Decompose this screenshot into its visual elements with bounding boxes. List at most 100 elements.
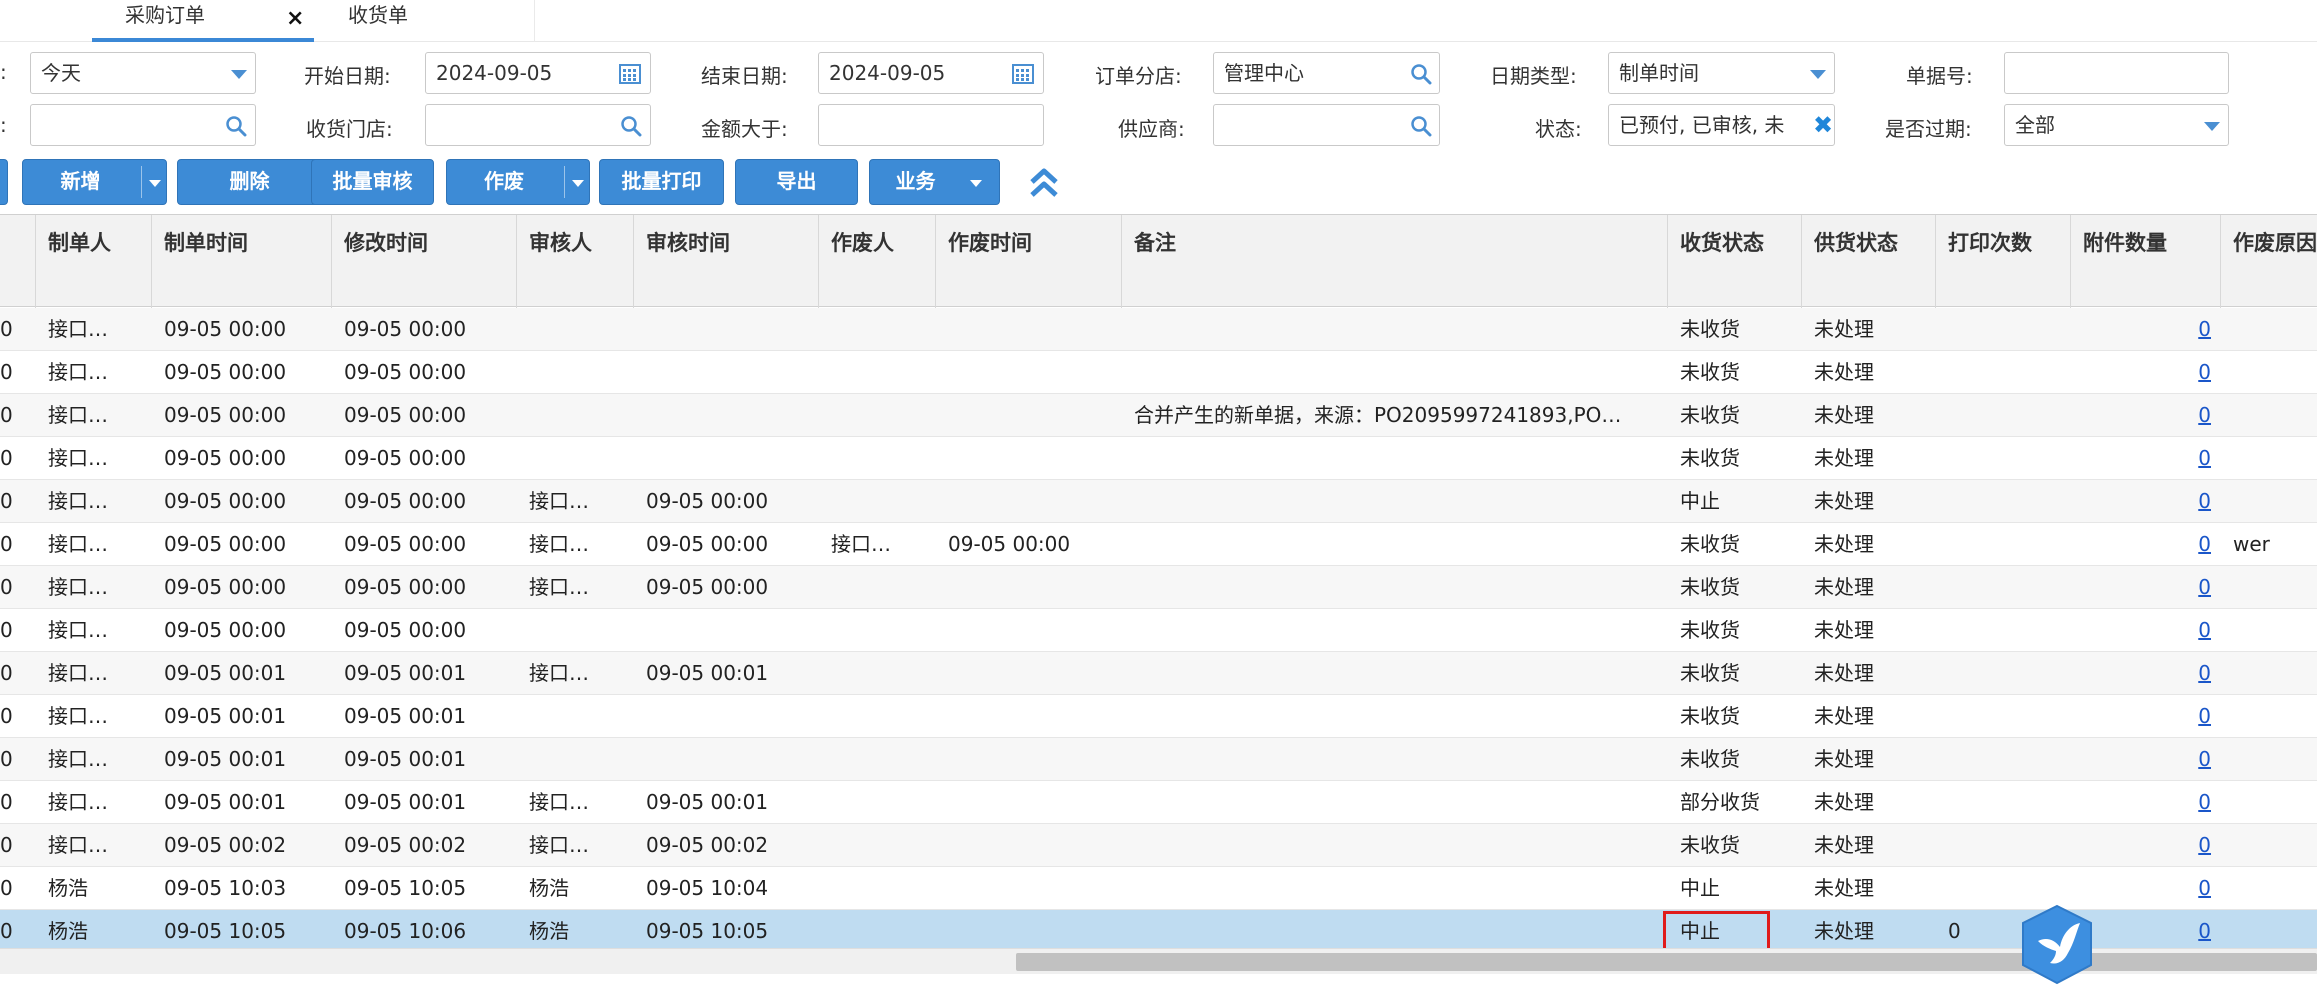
table-row[interactable]: 0 接口… 09-05 00:00 09-05 00:00 未收货 未处理 0 — [0, 308, 2317, 351]
export-button[interactable]: 导出 — [735, 159, 858, 205]
table-row[interactable]: 0 杨浩 09-05 10:05 09-05 10:06 杨浩 09-05 10:05 中止… — [0, 910, 2317, 953]
close-icon[interactable]: × — [286, 4, 304, 34]
table-row[interactable]: 0 接口… 09-05 00:00 09-05 00:00 接口… 09-05 00:00… — [0, 566, 2317, 609]
column-header-remark[interactable]: 备注 — [1122, 215, 1668, 308]
cell-void-reason — [2221, 695, 2317, 738]
batch-audit-button[interactable]: 批量审核 — [311, 159, 434, 205]
chevron-down-icon[interactable] — [149, 180, 161, 187]
chevron-down-icon — [1810, 70, 1826, 79]
cell-voider: 接口… — [831, 532, 891, 556]
expired-select[interactable]: 全部 — [2004, 104, 2229, 146]
cell-attachments[interactable]: 0 — [2071, 437, 2221, 480]
cell-void-reason: wer — [2233, 532, 2270, 556]
tab-receipt[interactable]: 收货单 — [332, 0, 452, 42]
table-row[interactable]: 0 接口… 09-05 00:00 09-05 00:00 合并产生的新单据，来源：PO… — [0, 394, 2317, 437]
search-icon[interactable] — [1410, 63, 1432, 85]
column-header-receive-status[interactable]: 收货状态 — [1668, 215, 1802, 308]
toolbar-button-partial[interactable] — [0, 159, 8, 205]
search-icon[interactable] — [1410, 115, 1432, 137]
cell-supply-status: 未处理 — [1814, 747, 1874, 771]
column-header-created-time[interactable]: 制单时间 — [152, 215, 332, 308]
column-header-void-time[interactable]: 作废时间 — [936, 215, 1122, 308]
cell-remark — [1122, 351, 1668, 394]
tab-purchase-order[interactable]: 采购订单 × — [92, 0, 314, 42]
chevron-down-icon[interactable] — [970, 180, 982, 187]
cell-void-time — [936, 824, 1122, 867]
cell-auditor — [517, 609, 634, 652]
cell-void-reason — [2221, 480, 2317, 523]
void-button[interactable]: 作废 — [446, 159, 590, 205]
scrollbar-thumb[interactable] — [1016, 953, 2317, 971]
cell-void-reason — [2221, 652, 2317, 695]
delete-button[interactable]: 删除 — [177, 159, 322, 205]
add-button[interactable]: 新增 — [22, 159, 167, 205]
cell-attachments[interactable]: 0 — [2071, 652, 2221, 695]
cell-void-time — [936, 609, 1122, 652]
clear-icon[interactable]: ✖ — [1809, 111, 1834, 139]
cell-attachments[interactable]: 0 — [2071, 566, 2221, 609]
cell-remark — [1122, 480, 1668, 523]
supplier-label: 供应商: — [1118, 117, 1185, 141]
filter-field[interactable] — [30, 104, 256, 146]
column-header-creator[interactable]: 制单人 — [36, 215, 152, 308]
export-label: 导出 — [776, 171, 817, 193]
date-type-label: 日期类型: — [1490, 64, 1577, 88]
cell-attachments[interactable]: 0 — [2071, 480, 2221, 523]
cell-attachments[interactable]: 0 — [2071, 695, 2221, 738]
horizontal-scrollbar[interactable] — [0, 948, 2317, 974]
cell-attachments[interactable]: 0 — [2071, 351, 2221, 394]
table-row[interactable]: 0 杨浩 09-05 10:03 09-05 10:05 杨浩 09-05 10:04 中止… — [0, 867, 2317, 910]
calendar-icon[interactable] — [1012, 63, 1034, 85]
column-header-modified-time[interactable]: 修改时间 — [332, 215, 517, 308]
doc-no-input[interactable] — [2004, 52, 2229, 94]
business-button[interactable]: 业务 — [869, 159, 1000, 205]
cell-attachments[interactable]: 0 — [2071, 308, 2221, 351]
bird-icon[interactable] — [2016, 903, 2098, 985]
cell-attachments[interactable]: 0 — [2071, 738, 2221, 781]
date-type-select[interactable]: 制单时间 — [1608, 52, 1835, 94]
cell-lead: 0 — [0, 317, 13, 341]
cell-attachments[interactable]: 0 — [2071, 523, 2221, 566]
status-multiselect[interactable]: 已预付, 已审核, 未 ✖ — [1608, 104, 1835, 146]
branch-field[interactable]: 管理中心 — [1213, 52, 1440, 94]
supplier-field[interactable] — [1213, 104, 1440, 146]
end-date-field[interactable]: 2024-09-05 — [818, 52, 1044, 94]
table-row[interactable]: 0 接口… 09-05 00:00 09-05 00:00 未收货 未处理 0 — [0, 609, 2317, 652]
collapse-up-icon[interactable] — [1028, 166, 1060, 200]
cell-remark — [1122, 652, 1668, 695]
search-icon[interactable] — [620, 115, 642, 137]
column-header-voider[interactable]: 作废人 — [819, 215, 936, 308]
column-header-attachments[interactable]: 附件数量 — [2071, 215, 2221, 308]
cell-creator: 接口… — [48, 790, 108, 814]
cell-attachments[interactable]: 0 — [2071, 781, 2221, 824]
column-header-supply-status[interactable]: 供货状态 — [1802, 215, 1936, 308]
chevron-down-icon[interactable] — [572, 180, 584, 187]
date-range-select[interactable]: 今天 — [30, 52, 256, 94]
table-row[interactable]: 0 接口… 09-05 00:00 09-05 00:00 接口… 09-05 00:00… — [0, 523, 2317, 566]
table-row[interactable]: 0 接口… 09-05 00:00 09-05 00:00 未收货 未处理 0 — [0, 437, 2317, 480]
cell-attachments[interactable]: 0 — [2071, 394, 2221, 437]
cell-modified-time: 09-05 00:00 — [344, 360, 467, 384]
table-row[interactable]: 0 接口… 09-05 00:01 09-05 00:01 未收货 未处理 0 — [0, 738, 2317, 781]
table-row[interactable]: 0 接口… 09-05 00:02 09-05 00:02 接口… 09-05 00:02… — [0, 824, 2317, 867]
calendar-icon[interactable] — [619, 63, 641, 85]
batch-print-button[interactable]: 批量打印 — [599, 159, 724, 205]
table-row[interactable]: 0 接口… 09-05 00:00 09-05 00:00 未收货 未处理 0 — [0, 351, 2317, 394]
column-header-void-reason[interactable]: 作废原因 — [2221, 215, 2317, 308]
column-header-audit-time[interactable]: 审核时间 — [634, 215, 819, 308]
search-icon[interactable] — [225, 115, 247, 137]
table-row[interactable]: 0 接口… 09-05 00:01 09-05 00:01 接口… 09-05 00:01… — [0, 652, 2317, 695]
cell-attachments[interactable]: 0 — [2071, 824, 2221, 867]
start-date-field[interactable]: 2024-09-05 — [425, 52, 651, 94]
cell-creator: 接口… — [48, 618, 108, 642]
table-row[interactable]: 0 接口… 09-05 00:01 09-05 00:01 接口… 09-05 00:01… — [0, 781, 2317, 824]
cell-void-time: 09-05 00:00 — [948, 532, 1071, 556]
column-header-auditor[interactable]: 审核人 — [517, 215, 634, 308]
cell-lead: 0 — [0, 876, 13, 900]
column-header-print-count[interactable]: 打印次数 — [1936, 215, 2071, 308]
store-field[interactable] — [425, 104, 651, 146]
cell-attachments[interactable]: 0 — [2071, 609, 2221, 652]
table-row[interactable]: 0 接口… 09-05 00:01 09-05 00:01 未收货 未处理 0 — [0, 695, 2317, 738]
amount-input[interactable] — [818, 104, 1044, 146]
table-row[interactable]: 0 接口… 09-05 00:00 09-05 00:00 接口… 09-05 00:00… — [0, 480, 2317, 523]
